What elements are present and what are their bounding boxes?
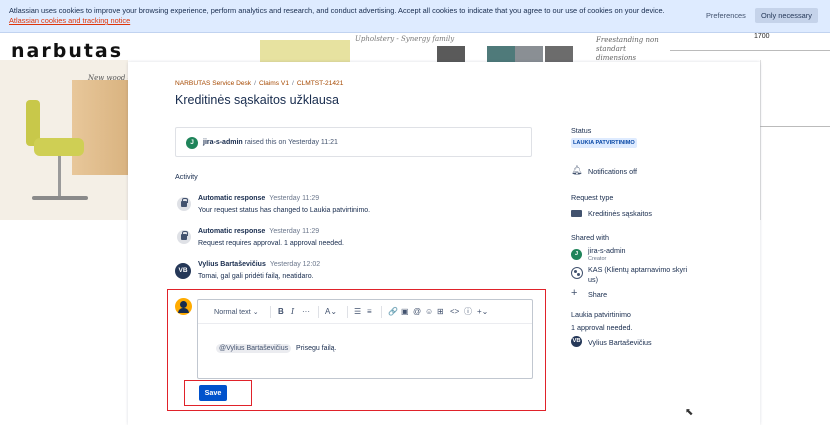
shared-user: jira-s-admin — [588, 246, 626, 255]
organization-icon — [571, 267, 583, 279]
approval-needed-text: 1 approval needed. — [571, 323, 633, 332]
image-icon[interactable]: ▣ — [401, 307, 409, 317]
request-card: NARBUTAS Service Desk / Claims V1/CLMTST-2… — [128, 62, 760, 425]
background-line — [670, 50, 830, 51]
raised-by-time: raised this on Yesterday 11:21 — [244, 139, 338, 146]
bold-icon[interactable]: B — [278, 307, 284, 317]
toolbar-divider — [347, 306, 348, 318]
activity-body: Tomai, gal gali pridėti failą, neatidaro… — [198, 273, 314, 280]
editor-text: Prisegu failą. — [296, 345, 337, 352]
mouse-cursor-icon: ⬉ — [685, 407, 694, 418]
mention-chip[interactable]: @Vylius Bartaševičius — [216, 344, 292, 353]
approver-name: Vylius Bartaševičius — [588, 338, 652, 347]
background-swatch — [515, 46, 543, 63]
background-wood-panel — [72, 80, 128, 175]
shared-organization-cont: us) — [588, 275, 598, 284]
avatar: J — [571, 249, 582, 260]
lock-icon — [181, 231, 188, 240]
share-button[interactable]: Share — [588, 290, 607, 299]
background-chair-seat — [34, 138, 84, 156]
breadcrumb-claims[interactable]: Claims V1 — [259, 80, 289, 87]
save-button[interactable]: Save — [199, 385, 227, 401]
page-title: Kreditinės sąskaitos užklausa — [175, 93, 339, 107]
avatar: VB — [175, 263, 191, 279]
background-line — [760, 126, 830, 127]
cookie-text: Atlassian uses cookies to improve your b… — [9, 6, 689, 26]
notification-bell-icon[interactable]: 🔔︎ — [571, 165, 582, 176]
background-sketch-text: Upholstery - Synergy family — [355, 35, 455, 43]
background-fabric — [260, 40, 350, 64]
request-type-icon — [571, 210, 582, 217]
narbutas-logo: narbutas — [11, 40, 124, 62]
editor-content[interactable]: @Vylius Bartaševičius Prisegu failą. — [216, 344, 337, 353]
notifications-toggle[interactable]: Notifications off — [588, 167, 637, 176]
activity-author: Automatic response Yesterday 11:29 — [198, 228, 320, 235]
text-color-icon[interactable]: A⌄ — [325, 307, 337, 317]
raised-by-text: jira-s-admin raised this on Yesterday 11… — [203, 139, 338, 146]
bullet-list-icon[interactable]: ☰ — [354, 307, 361, 317]
shared-with-heading: Shared with — [571, 233, 609, 242]
breadcrumb: NARBUTAS Service Desk / Claims V1/CLMTST-2… — [175, 80, 344, 87]
activity-time: Yesterday 12:02 — [269, 261, 321, 268]
activity-author: Vylius Bartaševičius Yesterday 12:02 — [198, 261, 321, 268]
activity-heading: Activity — [175, 172, 198, 181]
info-icon[interactable]: ⓘ — [464, 307, 472, 317]
activity-time: Yesterday 11:29 — [269, 228, 320, 235]
background-dimension: 1700 — [754, 33, 770, 40]
background-swatch — [545, 46, 573, 63]
activity-body: Your request status has changed to Lauki… — [198, 207, 371, 214]
only-necessary-button[interactable]: Only necessary — [755, 8, 818, 23]
toolbar-divider — [318, 306, 319, 318]
background-drawing — [760, 60, 830, 220]
breadcrumb-service-desk[interactable]: NARBUTAS Service Desk — [175, 80, 251, 87]
toolbar-divider — [381, 306, 382, 318]
code-icon[interactable]: <> — [450, 307, 459, 317]
activity-time: Yesterday 11:29 — [269, 195, 320, 202]
breadcrumb-issue-key[interactable]: CLMTST-21421 — [297, 80, 344, 87]
link-icon[interactable]: 🔗 — [388, 307, 398, 317]
plus-icon[interactable]: + — [571, 287, 577, 299]
comment-editor[interactable]: Normal text ⌄ B I ··· A⌄ ☰ ≡ 🔗 ▣ @ ☺ ⊞ <… — [197, 299, 533, 379]
lock-avatar — [177, 230, 191, 244]
shared-organization: KAS (Klientų aptarnavimo skyri — [588, 265, 688, 274]
shared-user-role: Creator — [588, 256, 607, 262]
background-chair-base — [32, 196, 88, 200]
text-style-dropdown[interactable]: Normal text ⌄ — [214, 307, 259, 317]
cookie-notice-link[interactable]: Atlassian cookies and tracking notice — [9, 16, 689, 26]
cookie-message: Atlassian uses cookies to improve your b… — [9, 6, 665, 15]
table-icon[interactable]: ⊞ — [437, 307, 444, 317]
current-user-avatar — [175, 298, 192, 315]
preferences-button[interactable]: Preferences — [700, 8, 752, 23]
activity-body: Request requires approval. 1 approval ne… — [198, 240, 344, 247]
cookie-banner: Atlassian uses cookies to improve your b… — [0, 0, 830, 33]
numbered-list-icon[interactable]: ≡ — [367, 307, 372, 317]
lock-icon — [181, 198, 188, 207]
mention-icon[interactable]: @ — [413, 307, 421, 317]
more-formatting-icon[interactable]: ··· — [302, 307, 310, 317]
background-chair-leg — [58, 156, 61, 198]
emoji-icon[interactable]: ☺ — [425, 307, 433, 317]
insert-more-icon[interactable]: +⌄ — [477, 307, 488, 317]
italic-icon[interactable]: I — [291, 307, 294, 317]
toolbar-divider — [270, 306, 271, 318]
editor-toolbar: Normal text ⌄ B I ··· A⌄ ☰ ≡ 🔗 ▣ @ ☺ ⊞ <… — [198, 300, 532, 324]
raised-by-user: jira-s-admin — [203, 139, 243, 146]
background-swatch — [487, 46, 515, 63]
background-sketch-text-2: Freestanding non standart dimensions — [596, 36, 659, 62]
status-heading: Status — [571, 126, 592, 135]
request-type-heading: Request type — [571, 193, 614, 202]
approval-heading: Laukia patvirtinimo — [571, 310, 631, 319]
request-type-value: Kreditinės sąskaitos — [588, 209, 652, 218]
lock-avatar — [177, 197, 191, 211]
background-swatch — [437, 46, 465, 63]
raised-by-box: J jira-s-admin raised this on Yesterday … — [175, 127, 532, 157]
avatar: VB — [571, 336, 582, 347]
status-badge: LAUKIA PATVIRTINIMO — [571, 138, 637, 148]
avatar: J — [186, 137, 198, 149]
activity-author: Automatic response Yesterday 11:29 — [198, 195, 320, 202]
